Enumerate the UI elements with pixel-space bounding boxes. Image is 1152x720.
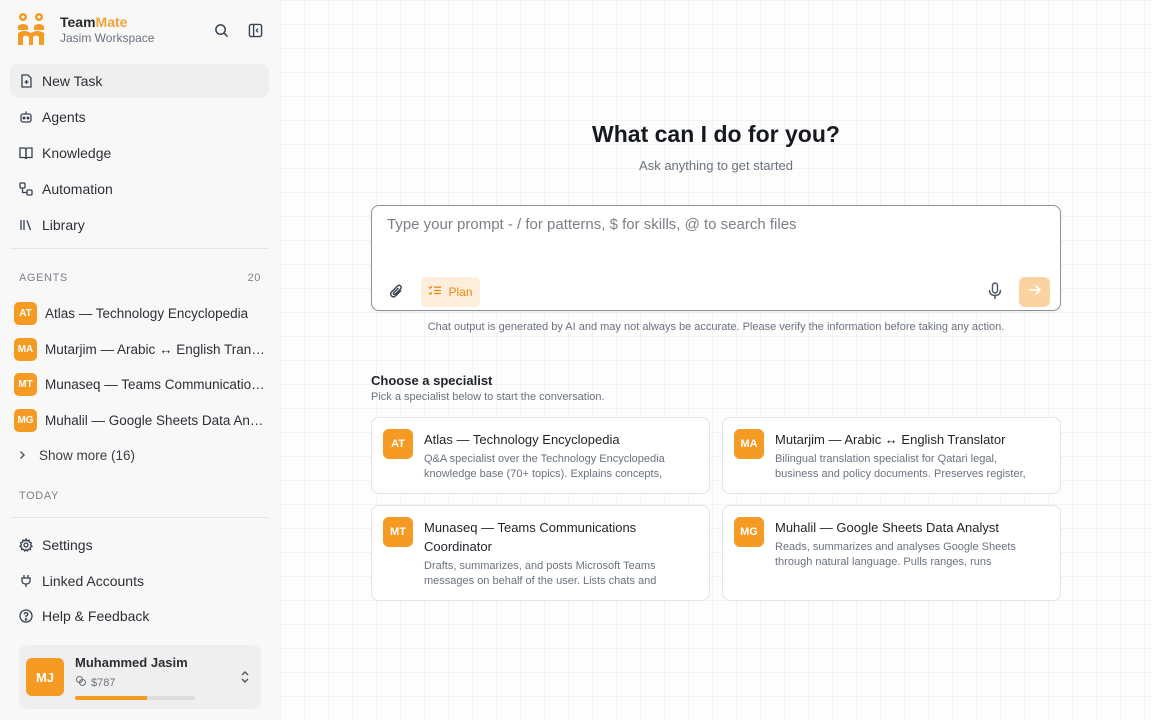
workspace-name: Jasim Workspace [60, 31, 155, 45]
user-name: Muhammed Jasim [75, 655, 188, 670]
nav-item-linked-accounts[interactable]: Linked Accounts [10, 564, 269, 598]
divider [10, 248, 269, 249]
microphone-icon[interactable] [988, 282, 1002, 305]
nav-label: Settings [42, 537, 93, 553]
arrow-right-icon [1028, 283, 1042, 301]
ai-disclaimer: Chat output is generated by AI and may n… [427, 321, 1005, 333]
agent-badge: MA [14, 337, 37, 361]
nav-item-knowledge[interactable]: Knowledge [10, 136, 269, 170]
specialist-title: Munaseq — Teams Communications Coordinat… [424, 520, 637, 554]
bottom-nav: Settings Linked Accounts Help & Feedback [10, 528, 269, 635]
nav-label: Automation [42, 181, 113, 197]
specialist-badge: MA [734, 429, 764, 459]
nav-item-help[interactable]: Help & Feedback [10, 599, 269, 633]
specialists-title: Choose a specialist [371, 373, 493, 388]
gear-icon [19, 538, 33, 552]
nav-label: Knowledge [42, 145, 112, 161]
agent-item[interactable]: MT Munaseq — Teams Communications Coordi… [14, 367, 269, 403]
teammate-logo-icon [16, 12, 46, 46]
chevron-right-icon [17, 448, 27, 463]
nav-item-automation[interactable]: Automation [10, 172, 269, 206]
credits-value: $787 [91, 676, 116, 689]
plan-label: Plan [448, 285, 473, 299]
show-more-button[interactable]: Show more (16) [14, 438, 269, 473]
library-icon [19, 218, 33, 232]
specialist-title: Atlas — Technology Encyclopedia [424, 432, 620, 447]
agent-item[interactable]: MA Mutarjim — Arabic ↔ English Translato… [14, 332, 269, 368]
divider [10, 517, 269, 518]
specialist-description: Bilingual translation specialist for Qat… [775, 453, 1026, 480]
agent-name: Munaseq — Teams Communications Coordinat… [45, 377, 269, 393]
usage-progress-bar [75, 696, 195, 700]
show-more-label: Show more (16) [39, 448, 136, 463]
agent-badge: MT [14, 373, 37, 397]
page-title: What can I do for you? [592, 121, 840, 147]
sidebar: TeamMate Jasim Workspace New Task Agents… [0, 0, 280, 720]
brand[interactable]: TeamMate Jasim Workspace [16, 12, 154, 46]
agent-item[interactable]: MG Muhalil — Google Sheets Data Analyst [14, 403, 269, 439]
nav-label: Linked Accounts [42, 572, 144, 589]
credits: $787 [75, 675, 115, 690]
new-task-icon [19, 74, 33, 88]
specialist-title: Mutarjim — Arabic ↔ English Translator [775, 432, 1006, 447]
avatar: MJ [26, 658, 64, 696]
specialist-card-muhalil[interactable]: MG Muhalil — Google Sheets Data Analyst … [722, 505, 1061, 601]
today-label: TODAY [19, 490, 59, 502]
book-icon [19, 146, 33, 160]
nav-label: Help & Feedback [42, 608, 150, 624]
specialists-subtitle: Pick a specialist below to start the con… [371, 391, 605, 403]
nav-item-new-task[interactable]: New Task [10, 64, 269, 98]
plug-icon [19, 574, 33, 588]
agent-name: Mutarjim — Arabic ↔ English Translator [45, 341, 269, 357]
specialist-description: Reads, summarizes and analyses Google Sh… [775, 541, 1016, 568]
plan-button[interactable]: Plan [421, 277, 480, 307]
agent-name: Muhalil — Google Sheets Data Analyst [45, 412, 269, 428]
agent-name: Atlas — Technology Encyclopedia [45, 306, 249, 322]
specialist-badge: AT [383, 429, 413, 459]
agent-badge: MG [14, 408, 37, 432]
agents-section-header: AGENTS 20 [19, 272, 261, 284]
help-icon [19, 609, 33, 623]
nav-label: Agents [42, 109, 86, 125]
brand-name: TeamMate [60, 14, 128, 30]
prompt-input[interactable] [387, 216, 1037, 233]
specialist-card-atlas[interactable]: AT Atlas — Technology Encyclopedia Q&A s… [371, 417, 710, 494]
specialist-card-mutarjim[interactable]: MA Mutarjim — Arabic ↔ English Translato… [722, 417, 1061, 494]
nav-item-library[interactable]: Library [10, 208, 269, 242]
specialist-description: Q&A specialist over the Technology Encyc… [424, 453, 665, 480]
agents-list: AT Atlas — Technology Encyclopedia MA Mu… [14, 296, 269, 473]
search-icon[interactable] [211, 20, 231, 40]
paperclip-icon[interactable] [389, 283, 404, 304]
agents-section-title: AGENTS [19, 272, 68, 284]
page-subtitle: Ask anything to get started [639, 158, 793, 173]
specialist-badge: MT [383, 517, 413, 547]
usage-progress-fill [75, 696, 147, 700]
prompt-box: Plan [371, 205, 1061, 311]
coins-icon [75, 675, 87, 690]
send-button[interactable] [1019, 277, 1050, 307]
nav-label: New Task [42, 73, 103, 89]
nav-item-agents[interactable]: Agents [10, 100, 269, 134]
specialist-title: Muhalil — Google Sheets Data Analyst [775, 520, 1000, 535]
main-nav: New Task Agents Knowledge Automation Lib… [10, 64, 269, 244]
workflow-icon [19, 182, 33, 196]
specialist-card-munaseq[interactable]: MT Munaseq — Teams Communications Coordi… [371, 505, 710, 601]
user-card[interactable]: MJ Muhammed Jasim $787 [19, 645, 261, 709]
specialist-description: Drafts, summarizes, and posts Microsoft … [424, 560, 657, 587]
nav-item-settings[interactable]: Settings [10, 528, 269, 562]
chevron-up-down-icon[interactable] [239, 669, 251, 690]
agent-badge: AT [14, 302, 37, 326]
checklist-icon [428, 285, 442, 300]
agent-item[interactable]: AT Atlas — Technology Encyclopedia [14, 296, 269, 332]
specialist-badge: MG [734, 517, 764, 547]
main-area: What can I do for you? Ask anything to g… [280, 0, 1152, 720]
agents-count: 20 [247, 272, 261, 284]
robot-icon [19, 110, 33, 124]
nav-label: Library [42, 217, 85, 233]
sidebar-toggle-icon[interactable] [245, 20, 265, 40]
today-section-header: TODAY [19, 490, 261, 502]
